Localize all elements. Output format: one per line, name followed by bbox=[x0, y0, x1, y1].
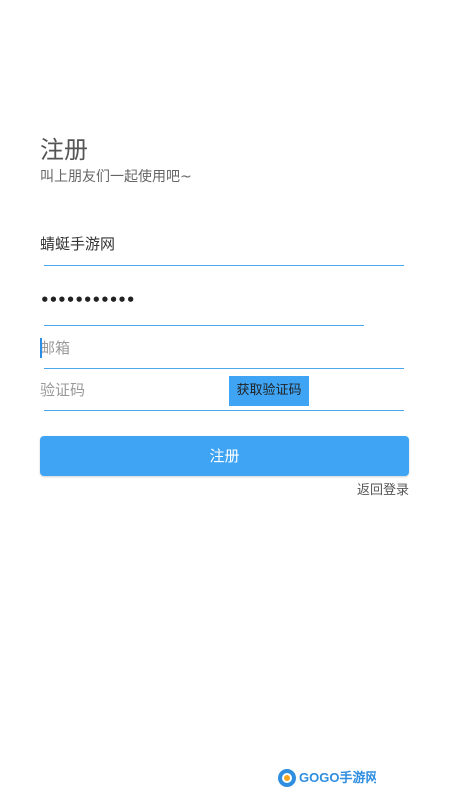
email-underline bbox=[44, 368, 404, 369]
register-button[interactable]: 注册 bbox=[40, 436, 409, 476]
watermark-text: GOGO手游网 bbox=[299, 770, 376, 785]
verification-code-input[interactable] bbox=[40, 379, 220, 401]
email-input[interactable] bbox=[40, 337, 400, 359]
code-underline bbox=[44, 410, 404, 411]
page-title: 注册 bbox=[40, 136, 88, 164]
page-subtitle: 叫上朋友们一起使用吧~ bbox=[40, 169, 192, 185]
text-cursor bbox=[40, 338, 42, 358]
username-underline bbox=[44, 265, 404, 266]
back-to-login-link[interactable]: 返回登录 bbox=[357, 482, 409, 500]
password-underline bbox=[44, 325, 364, 326]
password-field[interactable]: ••••••••••• bbox=[40, 290, 135, 310]
username-field[interactable]: 蜻蜓手游网 bbox=[40, 234, 115, 254]
get-code-button[interactable]: 获取验证码 bbox=[229, 376, 309, 406]
gogo-watermark-logo: GOGO手游网 bbox=[278, 769, 376, 787]
